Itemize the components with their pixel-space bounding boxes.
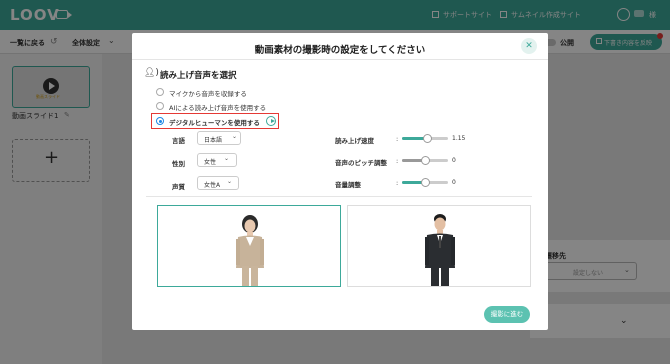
play-preview-icon[interactable] xyxy=(266,116,276,126)
language-select-value: 日本語 xyxy=(204,137,223,144)
voice-label: 声質 xyxy=(172,183,185,191)
radio-microphone-label[interactable]: マイクから音声を収録する xyxy=(169,88,247,98)
gender-select[interactable] xyxy=(197,153,237,167)
language-label: 言語 xyxy=(172,137,185,145)
pitch-value: 0 xyxy=(452,157,456,164)
female-avatar-image xyxy=(236,215,264,286)
proceed-to-recording-button[interactable]: 撮影に進む xyxy=(484,306,530,323)
avatar-card-female[interactable] xyxy=(157,205,341,287)
speaker-person-icon: 👤︎) xyxy=(144,68,159,78)
gender-label: 性別 xyxy=(172,160,185,168)
section-title: 読み上げ音声を選択 xyxy=(160,71,237,81)
colon: : xyxy=(396,157,399,165)
recording-settings-dialog: 動画素材の撮影時の設定をしてください ✕ 👤︎) 読み上げ音声を選択 マイクから… xyxy=(132,33,548,330)
chevron-down-icon: ⌄ xyxy=(224,155,230,162)
speed-value: 1.15 xyxy=(452,135,466,142)
chevron-down-icon: ⌄ xyxy=(227,178,233,185)
chevron-down-icon: ⌄ xyxy=(232,133,238,140)
male-avatar-image xyxy=(425,214,455,286)
gender-select-value: 女性 xyxy=(204,159,217,166)
dialog-title: 動画素材の撮影時の設定をしてください xyxy=(254,45,426,56)
speed-slider-knob[interactable] xyxy=(422,134,432,143)
avatar-card-male[interactable] xyxy=(347,205,531,287)
pitch-slider-knob[interactable] xyxy=(420,156,430,165)
pitch-label: 音声のピッチ調整 xyxy=(335,159,387,167)
divider xyxy=(132,59,548,60)
voice-select-value: 女性A xyxy=(204,182,221,189)
colon: : xyxy=(396,179,399,187)
radio-microphone[interactable] xyxy=(156,88,164,96)
radio-ai-voice[interactable] xyxy=(156,102,164,110)
divider xyxy=(146,196,532,197)
colon: : xyxy=(396,135,399,143)
close-icon[interactable]: ✕ xyxy=(521,38,537,54)
volume-value: 0 xyxy=(452,179,456,186)
volume-slider-knob[interactable] xyxy=(420,178,430,187)
speed-label: 読み上げ速度 xyxy=(335,137,374,145)
highlight-annotation xyxy=(151,113,279,129)
radio-ai-voice-label[interactable]: AIによる読み上げ音声を使用する xyxy=(169,102,266,112)
volume-label: 音量調整 xyxy=(335,181,361,189)
